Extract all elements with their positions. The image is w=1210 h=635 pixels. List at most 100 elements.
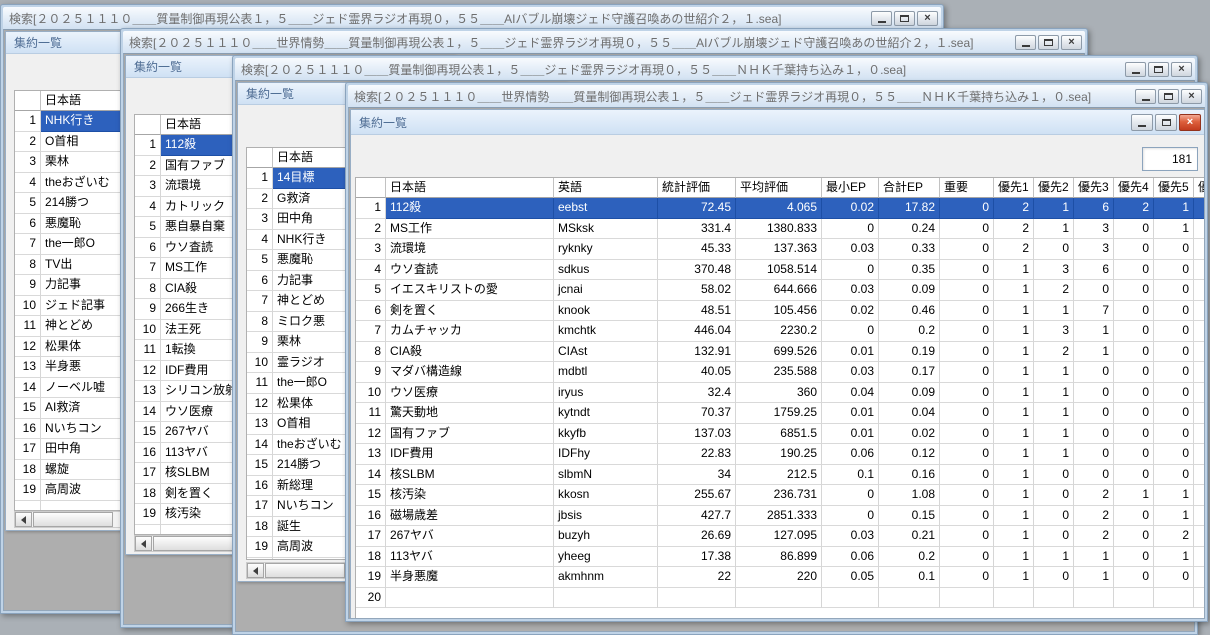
japanese-cell[interactable]: 核汚染	[386, 485, 554, 506]
column-header-8[interactable]: 優先1	[994, 178, 1034, 198]
data-cell[interactable]: 1	[1034, 382, 1074, 403]
data-cell[interactable]: 22.83	[658, 444, 736, 465]
row-number-cell[interactable]: 17	[135, 463, 161, 484]
data-cell[interactable]: 6851.5	[736, 423, 822, 444]
data-cell[interactable]: 0	[1114, 382, 1154, 403]
row-number-cell[interactable]: 1	[135, 135, 161, 156]
data-cell[interactable]: 0.16	[879, 464, 940, 485]
row-number-cell[interactable]: 16	[356, 505, 386, 526]
table-row[interactable]: 7 カムチャッカ kmchtk 446.04 2230.2 0 0.2 0 1 3 1 0 0	[356, 321, 1204, 342]
row-number-cell[interactable]: 9	[247, 332, 273, 353]
table-row[interactable]: 19 半身悪魔 akmhnm 22 220 0.05 0.1 0 1 0 1 0 0	[356, 567, 1204, 588]
row-number-cell[interactable]: 6	[135, 237, 161, 258]
data-cell[interactable]: 105.456	[736, 300, 822, 321]
column-header-3[interactable]: 統計評価	[658, 178, 736, 198]
english-cell[interactable]: jbsis	[554, 505, 658, 526]
japanese-cell[interactable]: 半身悪魔	[386, 567, 554, 588]
row-number-cell[interactable]: 2	[247, 188, 273, 209]
data-cell[interactable]: 22	[658, 567, 736, 588]
data-cell[interactable]: 0	[940, 546, 994, 567]
data-cell[interactable]: 1	[994, 321, 1034, 342]
data-cell[interactable]	[1194, 424, 1204, 444]
data-cell[interactable]	[1154, 587, 1194, 608]
row-number-cell[interactable]: 8	[247, 311, 273, 332]
panel-titlebar[interactable]: 集約一覧 ×	[351, 110, 1204, 135]
row-number-cell[interactable]: 15	[356, 485, 386, 506]
column-header-5[interactable]: 最小EP	[822, 178, 879, 198]
data-cell[interactable]: 2	[994, 239, 1034, 260]
row-number-cell[interactable]	[247, 557, 273, 559]
row-number-cell[interactable]: 11	[356, 403, 386, 424]
data-cell[interactable]	[1114, 587, 1154, 608]
row-number-cell[interactable]: 19	[135, 504, 161, 525]
data-cell[interactable]: 45.33	[658, 239, 736, 260]
data-cell[interactable]: 0	[1034, 505, 1074, 526]
data-cell[interactable]: 0	[1114, 362, 1154, 383]
minimize-button[interactable]	[1125, 61, 1146, 77]
data-cell[interactable]: 0.06	[822, 546, 879, 567]
row-number-cell[interactable]: 16	[247, 475, 273, 496]
table-row[interactable]: 5 イエスキリストの愛 jcnai 58.02 644.666 0.03 0.09 0 1 2 0 0…	[356, 280, 1204, 301]
column-header-13[interactable]: 優先	[1194, 178, 1204, 198]
data-cell[interactable]: 2	[994, 218, 1034, 239]
row-number-cell[interactable]: 18	[15, 459, 41, 480]
data-cell[interactable]: 0.2	[879, 321, 940, 342]
table-row[interactable]: 3 流環境 ryknky 45.33 137.363 0.03 0.33 0 2 0 3 0 0	[356, 239, 1204, 260]
english-cell[interactable]: buzyh	[554, 526, 658, 547]
data-cell[interactable]	[1194, 403, 1204, 424]
english-cell[interactable]: knook	[554, 300, 658, 321]
row-number-cell[interactable]: 1	[15, 111, 41, 132]
scroll-left-button[interactable]	[15, 512, 32, 527]
data-cell[interactable]: 0	[1114, 526, 1154, 547]
close-button[interactable]: ×	[917, 10, 938, 26]
row-number-cell[interactable]: 12	[15, 336, 41, 357]
data-cell[interactable]: 0	[1154, 259, 1194, 280]
row-number-cell[interactable]: 14	[15, 377, 41, 398]
data-cell[interactable]: 137.03	[658, 423, 736, 444]
data-cell[interactable]: 331.4	[658, 218, 736, 239]
row-number-cell[interactable]: 4	[356, 259, 386, 280]
window-titlebar[interactable]: 検索[２０２５１１１０＿＿世界情勢＿＿質量制御再現公表１，５＿＿ジェド霊界ラジオ…	[348, 85, 1205, 107]
row-number-cell[interactable]: 11	[15, 316, 41, 337]
data-cell[interactable]: 0	[1154, 382, 1194, 403]
data-cell[interactable]: 1	[994, 444, 1034, 465]
data-cell[interactable]: 255.67	[658, 485, 736, 506]
data-cell[interactable]: 0	[1034, 464, 1074, 485]
data-cell[interactable]: 0.02	[879, 423, 940, 444]
row-number-cell[interactable]: 18	[247, 516, 273, 537]
data-cell[interactable]: 0	[940, 341, 994, 362]
data-cell[interactable]: 2	[1074, 526, 1114, 547]
data-cell[interactable]: 0	[1114, 423, 1154, 444]
row-number-cell[interactable]: 6	[247, 270, 273, 291]
maximize-button[interactable]	[894, 10, 915, 26]
data-cell[interactable]: 3	[1034, 259, 1074, 280]
data-cell[interactable]: 370.48	[658, 259, 736, 280]
data-cell[interactable]: 0	[1114, 218, 1154, 239]
data-cell[interactable]	[1194, 219, 1204, 239]
data-cell[interactable]: 0	[822, 485, 879, 506]
english-cell[interactable]: CIAst	[554, 341, 658, 362]
column-header-9[interactable]: 優先2	[1034, 178, 1074, 198]
row-number-cell[interactable]: 8	[135, 278, 161, 299]
data-cell[interactable]	[822, 587, 879, 608]
data-cell[interactable]: 0	[1074, 464, 1114, 485]
data-cell[interactable]: 1	[994, 403, 1034, 424]
data-cell[interactable]: 3	[1034, 321, 1074, 342]
data-cell[interactable]	[1194, 239, 1204, 260]
table-row[interactable]: 6 剣を置く knook 48.51 105.456 0.02 0.46 0 1 1 7 0 0	[356, 300, 1204, 321]
row-number-cell[interactable]: 10	[135, 319, 161, 340]
row-number-cell[interactable]: 17	[15, 439, 41, 460]
row-number-cell[interactable]: 13	[15, 357, 41, 378]
data-cell[interactable]	[658, 587, 736, 608]
data-cell[interactable]: 17.38	[658, 546, 736, 567]
data-cell[interactable]: 2	[1074, 485, 1114, 506]
data-cell[interactable]: 190.25	[736, 444, 822, 465]
data-cell[interactable]: 235.588	[736, 362, 822, 383]
data-cell[interactable]: 0	[940, 198, 994, 219]
row-number-cell[interactable]: 19	[15, 480, 41, 501]
japanese-cell[interactable]: 驚天動地	[386, 403, 554, 424]
data-cell[interactable]: 0	[940, 382, 994, 403]
data-cell[interactable]: 0	[1074, 280, 1114, 301]
data-cell[interactable]: 86.899	[736, 546, 822, 567]
data-cell[interactable]: 0.46	[879, 300, 940, 321]
